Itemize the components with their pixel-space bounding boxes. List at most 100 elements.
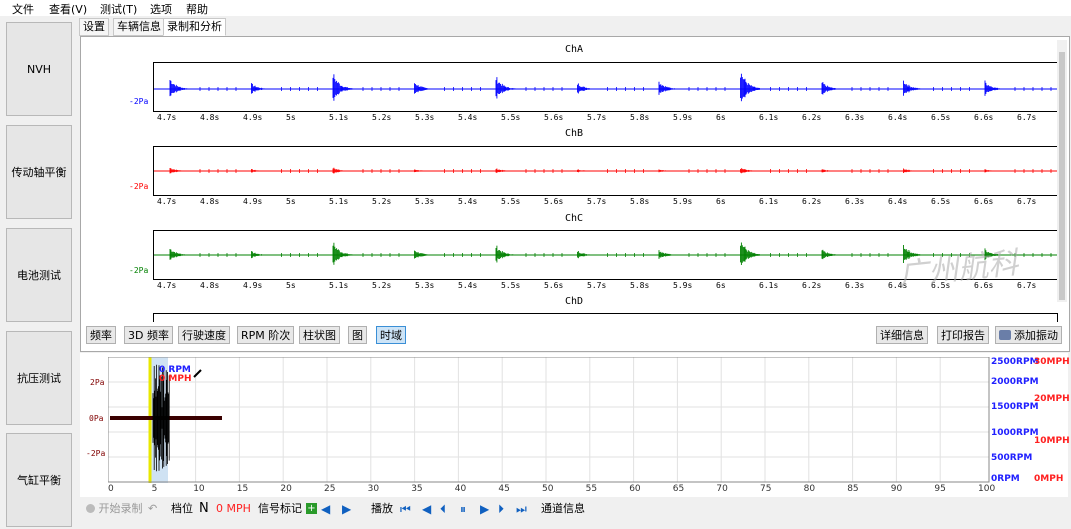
undo-icon[interactable]: ↶ — [148, 502, 157, 516]
time-tick-label: 6.4s — [888, 113, 908, 122]
time-tick-label: 6.3s — [845, 281, 865, 290]
time-tick-label: 4.9s — [243, 197, 263, 206]
add-vibration-label: 添加振动 — [1014, 329, 1058, 342]
sidebar-battery-test-button[interactable]: 电池测试 — [6, 228, 72, 322]
time-tick-label: 4.8s — [200, 281, 220, 290]
time-tick-label: 6.5s — [931, 113, 951, 122]
overview-frame — [108, 357, 990, 483]
driving-speed-button[interactable]: 行驶速度 — [178, 326, 230, 344]
pencil-icon[interactable] — [193, 368, 203, 378]
start-recording-label: 开始录制 — [98, 502, 143, 515]
time-tick-label: 5.5s — [501, 197, 521, 206]
mph-axis-20: 20MPH — [1034, 394, 1070, 404]
frequency-button[interactable]: 频率 — [86, 326, 116, 344]
next-mark-icon[interactable]: ▶ — [342, 502, 351, 516]
time-domain-button[interactable]: 时域 — [376, 326, 406, 344]
time-tick-label: 6.3s — [845, 197, 865, 206]
play-icon[interactable]: ▶ — [480, 502, 489, 516]
overview-x-tick-label: 0 — [108, 484, 114, 494]
overview-x-tick-label: 35 — [411, 484, 423, 494]
gear-value: N — [199, 501, 209, 516]
time-tick-label: 5.2s — [372, 281, 392, 290]
time-tick-label: 6.2s — [802, 197, 822, 206]
sidebar-nvh-button[interactable]: NVH — [6, 22, 72, 116]
analysis-scrollbar-thumb[interactable] — [1059, 52, 1065, 300]
print-report-button[interactable]: 打印报告 — [937, 326, 989, 344]
channel-info-button[interactable]: 通道信息 — [541, 502, 585, 516]
menu-options[interactable]: 选项 — [150, 1, 172, 17]
mph-axis-0: 0MPH — [1034, 474, 1064, 484]
rpm-axis-2000: 2000RPM — [991, 377, 1039, 387]
time-tick-label: 6.7s — [1017, 113, 1037, 122]
menu-test[interactable]: 测试(T) — [100, 1, 137, 17]
time-tick-label: 5.4s — [458, 197, 478, 206]
channel-a-waveform — [154, 73, 1057, 102]
speed-readout: 0 MPH — [216, 502, 251, 515]
3d-frequency-button[interactable]: 3D 频率 — [124, 326, 173, 344]
time-tick-label: 5.2s — [372, 113, 392, 122]
overview-grid — [108, 357, 989, 482]
menu-view[interactable]: 查看(V) — [49, 1, 87, 17]
histogram-button[interactable]: 柱状图 — [299, 326, 340, 344]
tab-vehicle-info[interactable]: 车辆信息 — [113, 18, 165, 36]
overview-x-tick-label: 75 — [760, 484, 772, 494]
details-button[interactable]: 详细信息 — [876, 326, 928, 344]
overview-x-tick-label: 55 — [585, 484, 598, 494]
overview-y-label-top: 2Pa — [90, 378, 105, 387]
overview-x-tick-label: 65 — [672, 484, 685, 494]
overview-x-tick-label: 40 — [454, 484, 467, 494]
sidebar-pressure-test-button[interactable]: 抗压测试 — [6, 331, 72, 425]
graph-button[interactable]: 图 — [348, 326, 367, 344]
time-tick-label: 5s — [286, 281, 296, 290]
add-vibration-button[interactable]: 添加振动 — [995, 326, 1062, 344]
skip-to-end-icon[interactable]: ⏭ — [516, 502, 527, 516]
time-tick-label: 5.7s — [587, 281, 607, 290]
mph-axis-10: 10MPH — [1034, 436, 1070, 446]
add-vibration-icon — [999, 330, 1011, 340]
channel-d-title: ChD — [565, 296, 584, 307]
frame-forward-icon[interactable]: ⏵ — [498, 502, 504, 516]
menu-help[interactable]: 帮助 — [186, 1, 208, 17]
channel-d-plot — [153, 313, 1058, 322]
time-tick-label: 6.6s — [974, 113, 994, 122]
time-tick-label: 4.7s — [157, 113, 177, 122]
time-tick-label: 5.7s — [587, 113, 607, 122]
time-tick-label: 6s — [716, 281, 726, 290]
channel-b-plot — [153, 146, 1058, 196]
time-tick-label: 6.2s — [802, 281, 822, 290]
pause-icon[interactable]: ⏸ — [460, 502, 466, 516]
overview-x-tick-label: 10 — [193, 484, 205, 494]
menu-file[interactable]: 文件 — [12, 1, 34, 17]
time-tick-label: 4.8s — [200, 113, 220, 122]
channel-b-waveform — [154, 167, 1057, 174]
time-tick-label: 5.6s — [544, 281, 564, 290]
gear-label: 档位 — [171, 502, 193, 515]
start-recording-button[interactable]: 开始录制 — [86, 502, 143, 516]
frame-back-icon[interactable]: ⏴ — [440, 502, 446, 516]
sidebar-cylinder-balance-button[interactable]: 气缸平衡 — [6, 433, 72, 527]
time-tick-label: 4.9s — [243, 281, 263, 290]
time-tick-label: 5.8s — [630, 281, 650, 290]
channel-a-title: ChA — [565, 44, 584, 55]
channel-b-trace — [154, 167, 1057, 174]
overview-x-tick-label: 70 — [716, 484, 728, 494]
tab-record-analysis[interactable]: 录制和分析 — [163, 18, 226, 36]
time-tick-label: 4.8s — [200, 197, 220, 206]
step-back-icon[interactable]: ◀ — [422, 502, 431, 516]
menu-bar: 文件 查看(V) 测试(T) 选项 帮助 — [0, 0, 1071, 16]
channel-a-trace — [154, 73, 1057, 102]
sidebar-driveshaft-balance-button[interactable]: 传动轴平衡 — [6, 125, 72, 219]
time-tick-label: 6.2s — [802, 113, 822, 122]
tab-settings[interactable]: 设置 — [79, 18, 109, 36]
rpm-axis-0: 0RPM — [991, 474, 1020, 484]
channel-b-title: ChB — [565, 128, 584, 139]
playback-label: 播放 — [371, 502, 393, 515]
time-tick-label: 5.9s — [673, 113, 693, 122]
previous-mark-icon[interactable]: ◀ — [321, 502, 330, 516]
time-tick-label: 5.3s — [415, 281, 435, 290]
rpm-order-button[interactable]: RPM 阶次 — [237, 326, 295, 344]
time-tick-label: 6.7s — [1017, 197, 1037, 206]
skip-to-start-icon[interactable]: ⏮ — [400, 502, 411, 516]
time-tick-label: 6.4s — [888, 197, 908, 206]
add-mark-icon[interactable]: + — [306, 503, 317, 514]
